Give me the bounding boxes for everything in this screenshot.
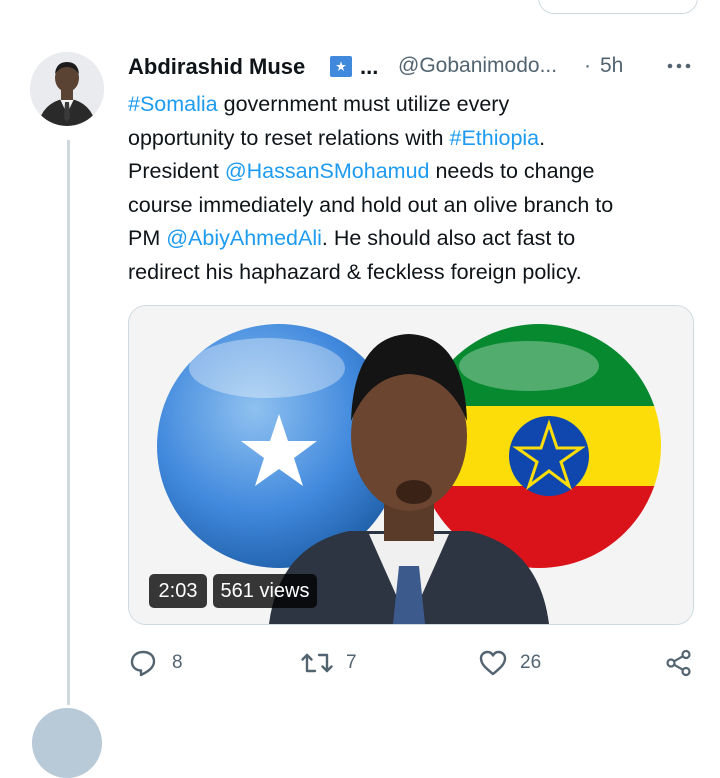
author-handle[interactable]: @Gobanimodo... <box>398 54 557 78</box>
tweet-text-segment: needs to change <box>429 159 595 184</box>
tweet-text-segment: opportunity to reset relations with <box>128 125 450 150</box>
retweet-button[interactable]: 7 <box>300 646 380 680</box>
reply-icon <box>130 650 156 677</box>
tweet-text-segment: redirect his haphazard & feckless foreig… <box>128 259 582 284</box>
tweet-text-line: redirect his haphazard & feckless foreig… <box>128 256 698 290</box>
next-tweet-avatar[interactable] <box>32 708 102 778</box>
tweet-text-segment: President <box>128 159 225 184</box>
tweet-header: Abdirashid Muse ... @Gobanimodo... · 5h <box>128 50 698 86</box>
tweet-text-line: course immediately and hold out an olive… <box>128 189 698 223</box>
thread-line <box>67 140 70 705</box>
tweet-actions: 8 7 26 <box>128 646 698 680</box>
mention-link[interactable]: @HassanSMohamud <box>225 159 430 183</box>
tweet-text-line: PM @AbiyAhmedAli. He should also act fas… <box>128 222 698 256</box>
tweet-text-line: opportunity to reset relations with #Eth… <box>128 122 698 156</box>
separator-dot: · <box>584 54 591 77</box>
video-player[interactable]: 2:03 561 views <box>128 305 694 625</box>
reply-count: 8 <box>172 652 183 673</box>
tweet-text-segment: . <box>539 125 546 150</box>
tweet-text: #Somalia government must utilize every op… <box>128 88 698 290</box>
author-name[interactable]: Abdirashid Muse <box>128 54 305 80</box>
retweet-icon <box>301 653 333 673</box>
share-button[interactable] <box>664 646 694 680</box>
like-button[interactable]: 26 <box>478 646 568 680</box>
hashtag-link[interactable]: #Somalia <box>128 92 218 116</box>
video-duration-badge: 2:03 <box>149 574 207 608</box>
tweet-timestamp[interactable]: 5h <box>600 54 623 78</box>
author-avatar[interactable] <box>30 52 104 126</box>
tweet-text-line: #Somalia government must utilize every <box>128 88 698 122</box>
retweet-count: 7 <box>346 652 357 673</box>
tweet-text-segment: course immediately and hold out an olive… <box>128 192 614 217</box>
mention-link[interactable]: @AbiyAhmedAli <box>166 226 322 250</box>
avatar-image <box>30 52 104 126</box>
name-ellipsis: ... <box>360 54 379 79</box>
reply-button[interactable]: 8 <box>128 646 208 680</box>
somalia-flag-icon <box>330 56 352 77</box>
heart-icon <box>479 650 507 676</box>
video-views-badge: 561 views <box>213 574 317 608</box>
tweet-text-segment: . He should also act fast to <box>321 226 576 251</box>
more-dots-icon[interactable] <box>664 52 694 80</box>
hashtag-link[interactable]: #Ethiopia <box>449 126 539 150</box>
previous-tweet-card[interactable] <box>538 0 698 14</box>
like-count: 26 <box>520 652 542 673</box>
share-icon <box>666 649 691 677</box>
tweet-text-segment: government must utilize every <box>217 92 510 116</box>
tweet-text-line: President @HassanSMohamud needs to chang… <box>128 155 698 189</box>
tweet-text-segment: PM <box>128 226 167 251</box>
